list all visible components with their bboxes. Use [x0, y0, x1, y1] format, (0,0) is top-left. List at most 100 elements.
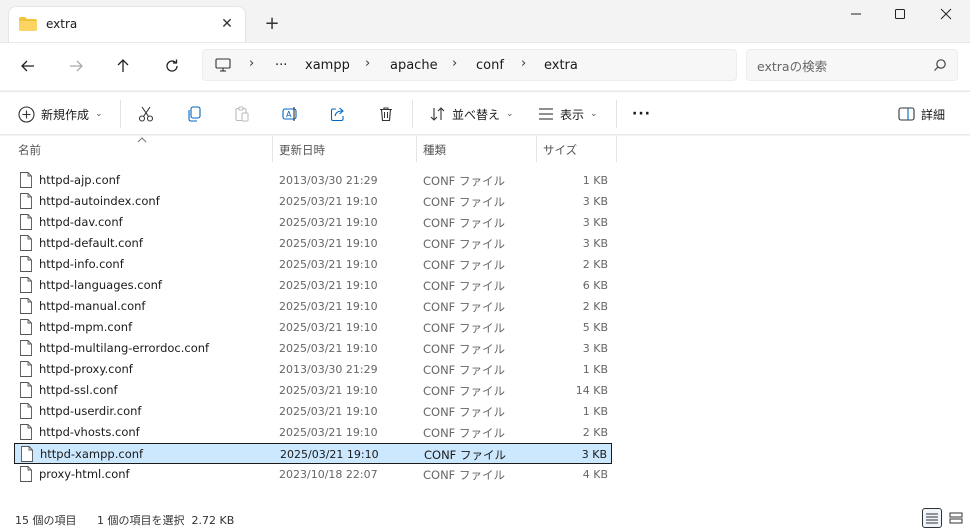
file-size: 3 KB — [582, 216, 608, 229]
file-type: CONF ファイル — [423, 363, 505, 377]
delete-button[interactable] — [378, 102, 394, 126]
file-size: 1 KB — [582, 405, 608, 418]
maximize-icon[interactable] — [890, 8, 910, 24]
chevron-right-icon[interactable]: › — [452, 56, 457, 71]
cut-icon — [138, 106, 154, 122]
up-icon[interactable] — [112, 55, 134, 77]
chevron-down-icon: ⌄ — [590, 109, 598, 119]
copy-button[interactable] — [186, 102, 202, 126]
address-bar[interactable]: › ··· xampp › apache › conf › extra — [202, 49, 737, 81]
file-name: httpd-vhosts.conf — [39, 425, 140, 439]
file-size: 3 KB — [582, 237, 608, 250]
breadcrumb-overflow[interactable]: ··· — [275, 58, 287, 73]
breadcrumb-xampp[interactable]: xampp — [305, 58, 350, 73]
column-divider[interactable] — [536, 136, 537, 162]
table-row[interactable]: httpd-autoindex.conf 2025/03/21 19:10 CONF… — [14, 191, 612, 212]
file-name: httpd-xampp.conf — [40, 447, 144, 461]
refresh-icon[interactable] — [161, 55, 183, 77]
new-button[interactable]: 新規作成 ⌄ — [18, 102, 103, 126]
chevron-right-icon[interactable]: › — [521, 56, 526, 71]
table-row[interactable]: httpd-ssl.conf 2025/03/21 19:10 CONF ファイル 1… — [14, 380, 612, 401]
chevron-right-icon[interactable]: › — [249, 56, 254, 71]
window-close-icon[interactable] — [936, 8, 956, 24]
column-header-date[interactable]: 更新日時 — [279, 136, 325, 162]
table-row[interactable]: httpd-info.conf 2025/03/21 19:10 CONF ファイル… — [14, 254, 612, 275]
file-type: CONF ファイル — [423, 405, 505, 419]
monitor-icon[interactable] — [215, 58, 231, 72]
file-name: httpd-default.conf — [39, 236, 143, 250]
more-icon[interactable]: ··· — [632, 102, 651, 126]
column-divider[interactable] — [416, 136, 417, 162]
table-row-selected[interactable]: httpd-xampp.conf 2025/03/21 19:10 CONF ファイ… — [14, 443, 612, 464]
minimize-icon[interactable] — [846, 8, 866, 24]
paste-button[interactable] — [234, 102, 250, 126]
file-date: 2025/03/21 19:10 — [279, 321, 378, 334]
sort-button[interactable]: 並べ替え ⌄ — [430, 102, 514, 126]
tiles-view-icon[interactable] — [946, 508, 966, 528]
column-header-type[interactable]: 種類 — [423, 136, 446, 162]
file-type: CONF ファイル — [423, 300, 505, 314]
file-size: 6 KB — [582, 279, 608, 292]
details-button-label: 詳細 — [921, 107, 946, 122]
file-size: 2 KB — [582, 426, 608, 439]
file-date: 2023/10/18 22:07 — [279, 468, 378, 481]
file-date: 2025/03/21 19:10 — [279, 237, 378, 250]
column-header-name[interactable]: 名前 — [18, 136, 41, 162]
table-row[interactable]: proxy-html.conf 2023/10/18 22:07 CONF ファイル… — [14, 464, 612, 485]
file-size: 3 KB — [582, 195, 608, 208]
search-icon[interactable] — [933, 58, 947, 72]
sort-button-label: 並べ替え — [452, 107, 501, 122]
breadcrumb-extra[interactable]: extra — [544, 58, 578, 73]
file-size: 14 KB — [575, 384, 608, 397]
details-pane-icon — [898, 107, 915, 121]
table-row[interactable]: httpd-dav.conf 2025/03/21 19:10 CONF ファイル 3… — [14, 212, 612, 233]
close-icon[interactable]: ✕ — [219, 16, 235, 32]
plus-icon[interactable]: + — [262, 14, 282, 34]
share-icon — [330, 107, 344, 122]
file-icon — [20, 340, 32, 356]
table-row[interactable]: httpd-multilang-errordoc.conf 2025/03/21 … — [14, 338, 612, 359]
details-button[interactable]: 詳細 — [898, 102, 945, 126]
rename-button[interactable]: A — [282, 102, 299, 126]
file-name: proxy-html.conf — [39, 467, 130, 481]
table-row[interactable]: httpd-proxy.conf 2013/03/30 21:29 CONF ファイ… — [14, 359, 612, 380]
back-icon[interactable] — [17, 55, 39, 77]
table-row[interactable]: httpd-manual.conf 2025/03/21 19:10 CONF ファ… — [14, 296, 612, 317]
breadcrumb-conf[interactable]: conf — [476, 58, 504, 73]
file-icon — [20, 193, 32, 209]
view-button[interactable]: 表示 ⌄ — [538, 102, 598, 126]
table-row[interactable]: httpd-userdir.conf 2025/03/21 19:10 CONF フ… — [14, 401, 612, 422]
file-size: 3 KB — [581, 448, 607, 461]
details-view-icon[interactable] — [922, 508, 942, 528]
column-header-size[interactable]: サイズ — [543, 136, 577, 162]
view-button-label: 表示 — [560, 107, 585, 122]
forward-icon[interactable] — [65, 55, 87, 77]
cut-button[interactable] — [138, 102, 154, 126]
file-size: 3 KB — [582, 342, 608, 355]
search-input[interactable] — [757, 57, 917, 75]
file-type: CONF ファイル — [423, 279, 505, 293]
file-name: httpd-proxy.conf — [39, 362, 133, 376]
file-name: httpd-info.conf — [39, 257, 124, 271]
file-name: httpd-ajp.conf — [39, 173, 120, 187]
file-type: CONF ファイル — [423, 426, 505, 440]
file-icon — [20, 424, 32, 440]
navigation-bar: › ··· xampp › apache › conf › extra — [0, 42, 970, 90]
tab-extra[interactable]: extra ✕ — [8, 6, 246, 42]
file-name: httpd-dav.conf — [39, 215, 123, 229]
column-divider[interactable] — [272, 136, 273, 162]
table-row[interactable]: httpd-ajp.conf 2013/03/30 21:29 CONF ファイル 1… — [14, 170, 612, 191]
table-row[interactable]: httpd-languages.conf 2025/03/21 19:10 CONF… — [14, 275, 612, 296]
table-row[interactable]: httpd-mpm.conf 2025/03/21 19:10 CONF ファイル 5… — [14, 317, 612, 338]
tab-title: extra — [46, 17, 78, 31]
share-button[interactable] — [330, 102, 346, 126]
chevron-right-icon[interactable]: › — [365, 56, 370, 71]
file-date: 2025/03/21 19:10 — [279, 300, 378, 313]
table-row[interactable]: httpd-vhosts.conf 2025/03/21 19:10 CONF ファ… — [14, 422, 612, 443]
table-row[interactable]: httpd-default.conf 2025/03/21 19:10 CONF フ… — [14, 233, 612, 254]
folder-icon — [19, 17, 37, 31]
column-divider[interactable] — [616, 136, 617, 162]
breadcrumb-apache[interactable]: apache — [390, 58, 438, 73]
search-box[interactable] — [746, 49, 958, 81]
file-size: 1 KB — [582, 363, 608, 376]
